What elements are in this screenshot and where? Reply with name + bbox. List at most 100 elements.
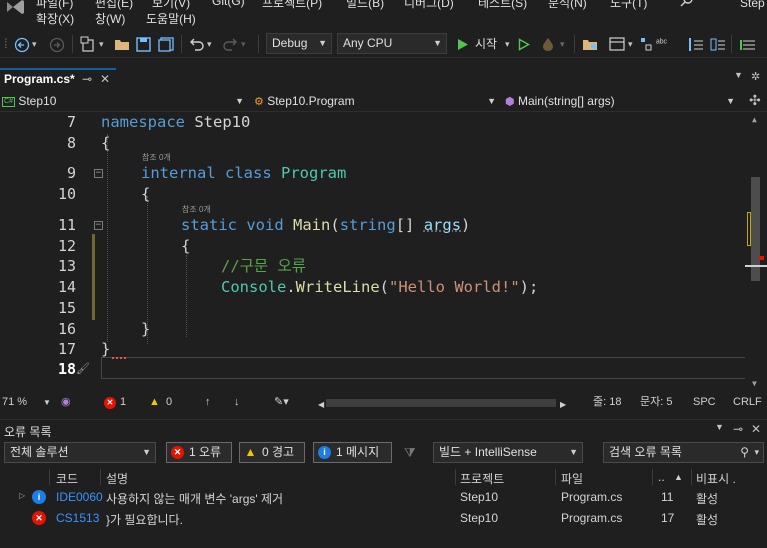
hot-reload-dropdown-icon[interactable]: ▾ <box>560 36 565 52</box>
close-icon[interactable]: ✕ <box>100 70 110 88</box>
layout-icon[interactable] <box>609 37 626 52</box>
line-ending-indicator[interactable]: CRLF <box>733 395 762 410</box>
whitespace-indicator[interactable]: SPC <box>693 395 716 410</box>
vertical-scrollbar[interactable]: ▲ ▼ <box>745 112 767 392</box>
scroll-down-icon[interactable]: ▼ <box>752 379 757 388</box>
start-dropdown-icon[interactable]: ▾ <box>505 36 510 52</box>
messages-filter-button[interactable]: i 1 메시지 <box>313 442 392 463</box>
layout-dropdown-icon[interactable]: ▾ <box>628 36 633 52</box>
pin-icon[interactable]: ⊸ <box>733 422 743 436</box>
copilot-icon[interactable]: ◉ <box>61 395 71 410</box>
undo-icon[interactable] <box>189 37 205 52</box>
column-header-line[interactable]: .. <box>658 470 665 484</box>
zoom-dropdown-icon[interactable]: ▼ <box>43 395 51 410</box>
build-source-dropdown[interactable]: 빌드 + IntelliSense ▼ <box>433 442 583 463</box>
save-icon[interactable] <box>136 37 151 52</box>
column-header-file[interactable]: 파일 <box>561 470 583 487</box>
menu-debug[interactable]: 디버그(D) <box>404 0 454 11</box>
decrease-indent-icon[interactable] <box>688 37 704 52</box>
start-without-debugging-icon[interactable] <box>518 38 530 51</box>
menu-project[interactable]: 프로젝트(P) <box>262 0 322 11</box>
undo-dropdown-icon[interactable]: ▾ <box>207 36 212 52</box>
horizontal-scrollbar[interactable] <box>326 396 566 409</box>
column-header-description[interactable]: 설명 <box>106 470 128 487</box>
codelens-references[interactable]: 참조 0개 <box>182 204 211 215</box>
menu-window[interactable]: 창(W) <box>95 10 125 27</box>
window-position-dropdown-icon[interactable]: ▼ <box>715 422 724 432</box>
solution-configuration-dropdown[interactable]: Debug ▼ <box>266 33 332 54</box>
navigate-back-icon[interactable] <box>14 37 30 53</box>
toolbar-grip-icon: ⁞ <box>4 36 8 51</box>
split-editor-icon[interactable]: ✣ <box>749 92 761 109</box>
error-list-header: 코드 설명 프로젝트 파일 .. ▲ 비표시 . <box>0 467 767 487</box>
column-header-suppression[interactable]: 비표시 . <box>696 470 736 487</box>
class-dropdown[interactable]: ⚙ Step10.Program ▼ <box>254 91 500 111</box>
previous-issue-icon[interactable]: ↑ <box>205 395 211 410</box>
save-all-icon[interactable] <box>158 37 174 52</box>
menu-tools[interactable]: 도구(T) <box>610 0 647 11</box>
codelens-references[interactable]: 참조 0개 <box>142 152 171 163</box>
next-issue-icon[interactable]: ↓ <box>234 395 240 410</box>
close-icon[interactable]: ✕ <box>751 422 761 436</box>
menu-help[interactable]: 도움말(H) <box>146 10 196 27</box>
error-code-link[interactable]: CS1513 <box>56 511 99 525</box>
redo-dropdown-icon[interactable]: ▾ <box>241 36 246 52</box>
scroll-up-icon[interactable]: ▲ <box>752 115 757 124</box>
menu-test[interactable]: 테스트(S) <box>478 0 527 11</box>
pin-icon[interactable]: ⊸ <box>82 70 92 88</box>
new-project-icon[interactable] <box>80 36 98 53</box>
error-count[interactable]: 1 <box>120 395 126 410</box>
code-editor[interactable]: − − 7 namespace Step10 8 { 참조 0개 9 inter… <box>0 112 767 392</box>
solution-platform-dropdown[interactable]: Any CPU ▼ <box>337 33 447 54</box>
menu-analyze[interactable]: 분석(N) <box>548 0 587 11</box>
member-dropdown[interactable]: ⬢ Main(string[] args) ▼ <box>505 91 739 111</box>
code-cleanup-icon[interactable]: ✎▾ <box>274 395 289 410</box>
visual-studio-logo-icon[interactable] <box>4 0 26 14</box>
table-row[interactable]: ✕ CS1513 }가 필요합니다. Step10 Program.cs 17 … <box>0 508 767 529</box>
expand-row-icon[interactable]: ▷ <box>19 491 25 500</box>
settings-gear-icon[interactable]: ✲ <box>751 70 760 83</box>
scroll-right-icon[interactable]: ▶ <box>560 397 566 412</box>
error-code-link[interactable]: IDE0060 <box>56 490 103 504</box>
scroll-left-icon[interactable]: ◀ <box>318 397 324 412</box>
errors-filter-button[interactable]: ✕ 1 오류 <box>166 442 232 463</box>
browse-folder-icon[interactable] <box>582 37 599 52</box>
solution-platform-value: Any CPU <box>343 36 393 50</box>
search-error-list-input[interactable]: 검색 오류 목록 ⚲ ▾ <box>603 442 764 463</box>
start-button[interactable]: 시작 <box>475 36 497 52</box>
navigate-back-dropdown-icon[interactable]: ▾ <box>32 36 37 52</box>
column-indicator[interactable]: 문자: 5 <box>640 395 672 410</box>
warning-count-icon[interactable]: ▲ <box>149 395 160 410</box>
warning-count[interactable]: 0 <box>166 395 172 410</box>
quick-actions-brush-icon[interactable]: 🖌 <box>76 362 90 375</box>
hot-reload-icon[interactable] <box>540 37 556 52</box>
column-header-code[interactable]: 코드 <box>56 470 78 487</box>
scope-dropdown[interactable]: 전체 솔루션 ▼ <box>4 442 156 463</box>
line-number: 13 <box>57 257 76 275</box>
line-indicator[interactable]: 줄: 18 <box>593 395 621 410</box>
open-folder-icon[interactable] <box>114 37 131 52</box>
search-icon[interactable] <box>680 0 694 8</box>
table-row[interactable]: ▷ i IDE0060 사용하지 않는 매개 변수 'args' 제거 Step… <box>0 487 767 508</box>
tab-list-dropdown-icon[interactable]: ▼ <box>734 70 743 80</box>
warnings-filter-button[interactable]: ▲ 0 경고 <box>239 442 305 463</box>
menu-git[interactable]: Git(G) <box>212 0 245 8</box>
new-item-dropdown-icon[interactable]: ▾ <box>99 36 104 52</box>
column-header-project[interactable]: 프로젝트 <box>460 470 504 487</box>
line-number: 18 <box>57 360 76 378</box>
project-dropdown[interactable]: C# Step10 ▼ <box>2 91 248 111</box>
start-debugging-icon[interactable] <box>457 38 469 51</box>
navigate-forward-icon[interactable] <box>49 37 65 53</box>
increase-indent-icon[interactable] <box>710 37 726 52</box>
menu-extensions[interactable]: 확장(X) <box>36 10 74 27</box>
tab-program-cs[interactable]: Program.cs* ⊸ ✕ <box>0 68 116 89</box>
scrollbar-thumb[interactable] <box>326 399 556 407</box>
menu-build[interactable]: 빌드(B) <box>346 0 384 11</box>
solution-explorer-icon[interactable] <box>640 37 652 52</box>
error-count-icon[interactable]: ✕ <box>104 397 116 409</box>
redo-icon[interactable] <box>222 37 238 52</box>
comment-out-icon[interactable] <box>740 37 756 52</box>
spell-check-icon[interactable]: ᵃᵇᶜ <box>656 36 667 52</box>
zoom-level[interactable]: 71 % <box>2 395 27 410</box>
filter-icon[interactable]: ⧩ <box>404 445 416 461</box>
